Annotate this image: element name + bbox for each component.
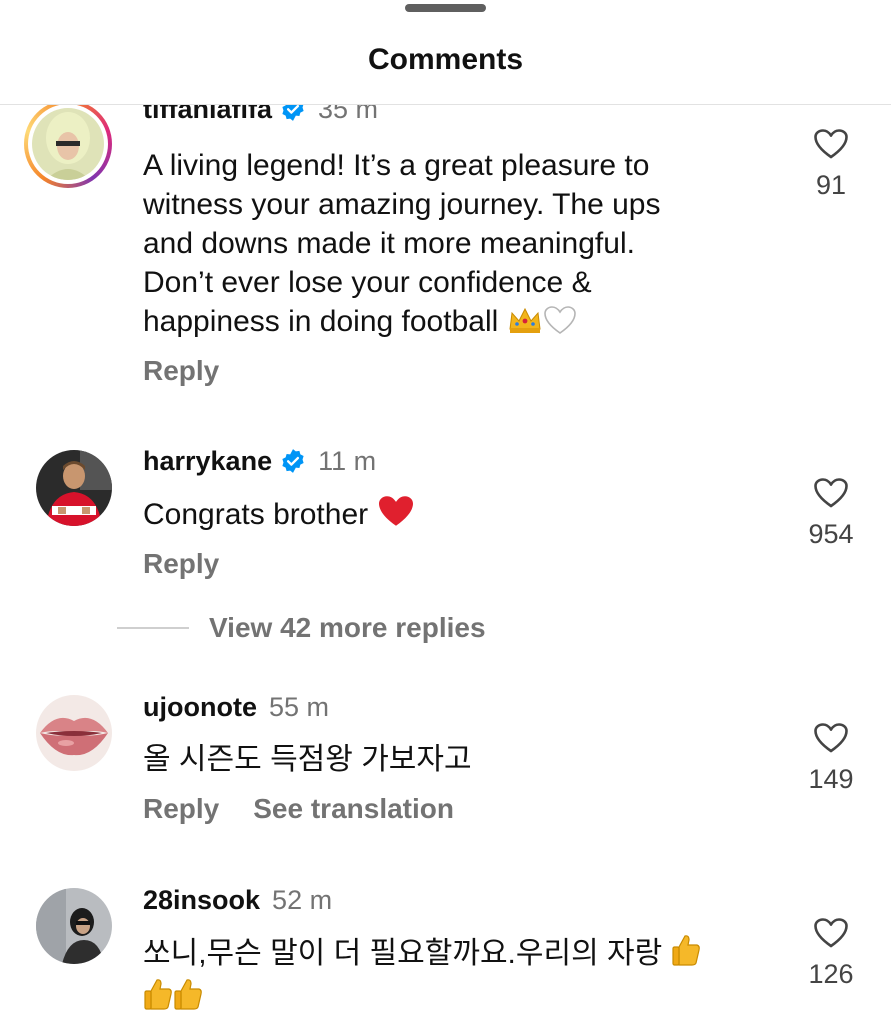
comments-sheet-header: Comments bbox=[0, 0, 891, 105]
comment-text: 올 시즌도 득점왕 가보자고 bbox=[143, 740, 743, 779]
crown-emoji-icon bbox=[507, 305, 543, 345]
avatar-photo-icon bbox=[36, 450, 112, 526]
page-title: Comments bbox=[367, 43, 524, 76]
comment-line: 올 시즌도 득점왕 가보자고 bbox=[143, 743, 472, 776]
like-count: 954 bbox=[808, 519, 854, 549]
like-count: 126 bbox=[808, 959, 854, 989]
view-more-replies-label[interactable]: View 42 more replies bbox=[209, 612, 486, 643]
avatar[interactable] bbox=[36, 450, 112, 526]
comment-time: 55 m bbox=[268, 692, 330, 722]
comment-line: happiness in doing football bbox=[143, 305, 499, 338]
avatar[interactable] bbox=[36, 695, 112, 771]
comment-line: 쏘니,무슨 말이 더 필요할까요.우리의 자랑 bbox=[143, 937, 663, 970]
view-more-replies-button[interactable]: View 42 more replies bbox=[117, 612, 486, 644]
drag-handle[interactable] bbox=[405, 4, 486, 12]
like-heart-icon[interactable] bbox=[813, 477, 849, 509]
comment-time: 11 m bbox=[318, 446, 377, 476]
comment-username[interactable]: harrykane bbox=[143, 446, 272, 476]
avatar-photo-icon bbox=[36, 888, 112, 964]
reply-button[interactable]: Reply bbox=[143, 793, 219, 824]
reply-button[interactable]: Reply bbox=[143, 548, 219, 579]
thumbs-up-emoji-icon bbox=[143, 977, 173, 1021]
replies-divider bbox=[117, 627, 189, 629]
comment-line: and downs made it more meaningful. bbox=[143, 227, 635, 260]
comment-text: Congrats brother bbox=[143, 494, 743, 538]
comment-text: 쏘니,무슨 말이 더 필요할까요.우리의 자랑 bbox=[143, 933, 763, 1021]
like-count: 91 bbox=[815, 170, 847, 200]
comment-username[interactable]: ujoonote bbox=[143, 692, 257, 722]
comment-username[interactable]: 28insook bbox=[143, 885, 260, 915]
reply-button[interactable]: Reply bbox=[143, 355, 219, 386]
comment-line: Congrats brother bbox=[143, 498, 369, 531]
thumbs-up-emoji-icon bbox=[173, 977, 203, 1021]
avatar-photo-icon bbox=[36, 695, 112, 771]
avatar-photo-icon bbox=[32, 108, 104, 180]
comment-line: Don’t ever lose your confidence & bbox=[143, 266, 592, 299]
comment-text: A living legend! It’s a great pleasure t… bbox=[143, 146, 743, 345]
white-heart-emoji-icon bbox=[543, 305, 577, 345]
avatar[interactable] bbox=[36, 888, 112, 964]
see-translation-button[interactable]: See translation bbox=[253, 793, 454, 824]
thumbs-up-emoji-icon bbox=[671, 933, 701, 977]
verified-badge-icon bbox=[280, 448, 306, 481]
like-count: 149 bbox=[808, 764, 854, 794]
like-heart-icon[interactable] bbox=[813, 722, 849, 754]
comment-line: witness your amazing journey. The ups bbox=[143, 188, 661, 221]
comment-line: A living legend! It’s a great pleasure t… bbox=[143, 149, 650, 182]
comment-time: 52 m bbox=[272, 885, 333, 915]
comments-list: tiffaniafifa 35 m A living legend! It’s a… bbox=[0, 0, 891, 1024]
red-heart-emoji-icon bbox=[376, 494, 416, 538]
avatar[interactable] bbox=[24, 100, 112, 188]
like-heart-icon[interactable] bbox=[813, 128, 849, 160]
like-heart-icon[interactable] bbox=[813, 917, 849, 949]
